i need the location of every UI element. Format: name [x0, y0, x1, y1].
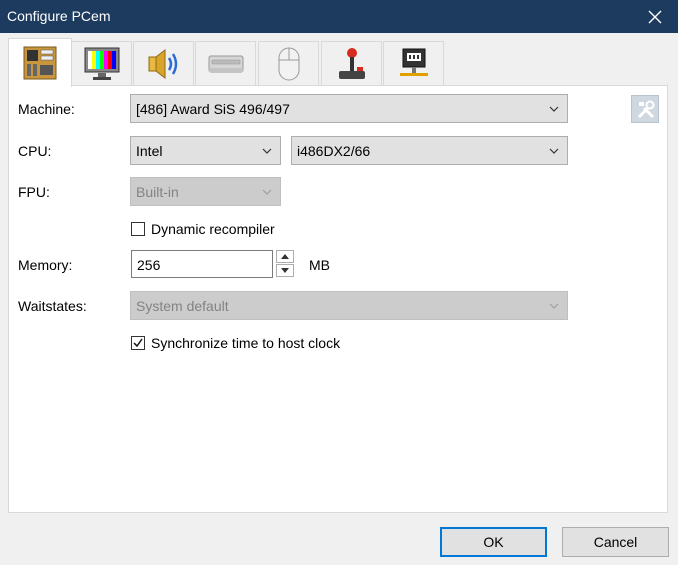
speaker-icon [148, 48, 177, 79]
waitstates-value: System default [136, 298, 229, 314]
memory-label: Memory: [18, 257, 73, 273]
spin-up-icon [281, 254, 289, 259]
joystick-icon [338, 47, 365, 79]
network-icon [399, 48, 428, 76]
memory-spin-down[interactable] [276, 264, 294, 277]
tab-network[interactable] [383, 41, 444, 85]
waitstates-label: Waitstates: [18, 298, 87, 314]
sync-time-checkbox[interactable] [131, 336, 145, 350]
tab-display[interactable] [71, 41, 132, 85]
title-bar: Configure PCem [0, 0, 678, 33]
cancel-button[interactable]: Cancel [562, 527, 669, 557]
fpu-label: FPU: [18, 184, 50, 200]
memory-value: 256 [137, 257, 161, 273]
mouse-icon [278, 47, 299, 80]
cpu-model-value: i486DX2/66 [297, 143, 371, 159]
cpu-vendor-value: Intel [136, 143, 163, 159]
spin-down-icon [281, 268, 289, 273]
chevron-down-icon [549, 148, 559, 154]
ok-button[interactable]: OK [440, 527, 547, 557]
tab-machine[interactable] [8, 38, 72, 87]
tab-mouse[interactable] [258, 41, 319, 85]
drive-icon [208, 55, 243, 72]
tools-icon [637, 100, 655, 119]
dynarec-checkbox[interactable] [131, 222, 145, 236]
cpu-label: CPU: [18, 143, 52, 159]
cpu-model-select[interactable]: i486DX2/66 [291, 136, 568, 165]
fpu-value: Built-in [136, 184, 179, 200]
memory-spin-up[interactable] [276, 250, 294, 263]
chevron-down-icon [262, 148, 272, 154]
memory-input[interactable]: 256 [131, 250, 273, 278]
chevron-down-icon [549, 106, 559, 112]
chevron-down-icon [549, 303, 559, 309]
machine-label: Machine: [18, 101, 75, 117]
machine-value: [486] Award SiS 496/497 [136, 101, 290, 117]
fpu-select: Built-in [130, 177, 281, 206]
sync-time-label[interactable]: Synchronize time to host clock [151, 335, 340, 351]
chevron-down-icon [262, 189, 272, 195]
waitstates-select: System default [130, 291, 568, 320]
dynarec-label[interactable]: Dynamic recompiler [151, 221, 275, 237]
memory-unit: MB [309, 257, 330, 273]
tab-sound[interactable] [133, 41, 194, 85]
checkmark-icon [133, 338, 143, 348]
tab-storage[interactable] [195, 41, 256, 85]
cpu-vendor-select[interactable]: Intel [130, 136, 281, 165]
machine-select[interactable]: [486] Award SiS 496/497 [130, 94, 568, 123]
machine-configure-button[interactable] [631, 95, 659, 123]
tab-joystick[interactable] [321, 41, 382, 85]
window-title: Configure PCem [7, 8, 111, 24]
close-button[interactable] [632, 0, 678, 33]
monitor-icon [84, 47, 119, 80]
close-icon [648, 10, 662, 24]
motherboard-icon [23, 46, 57, 80]
